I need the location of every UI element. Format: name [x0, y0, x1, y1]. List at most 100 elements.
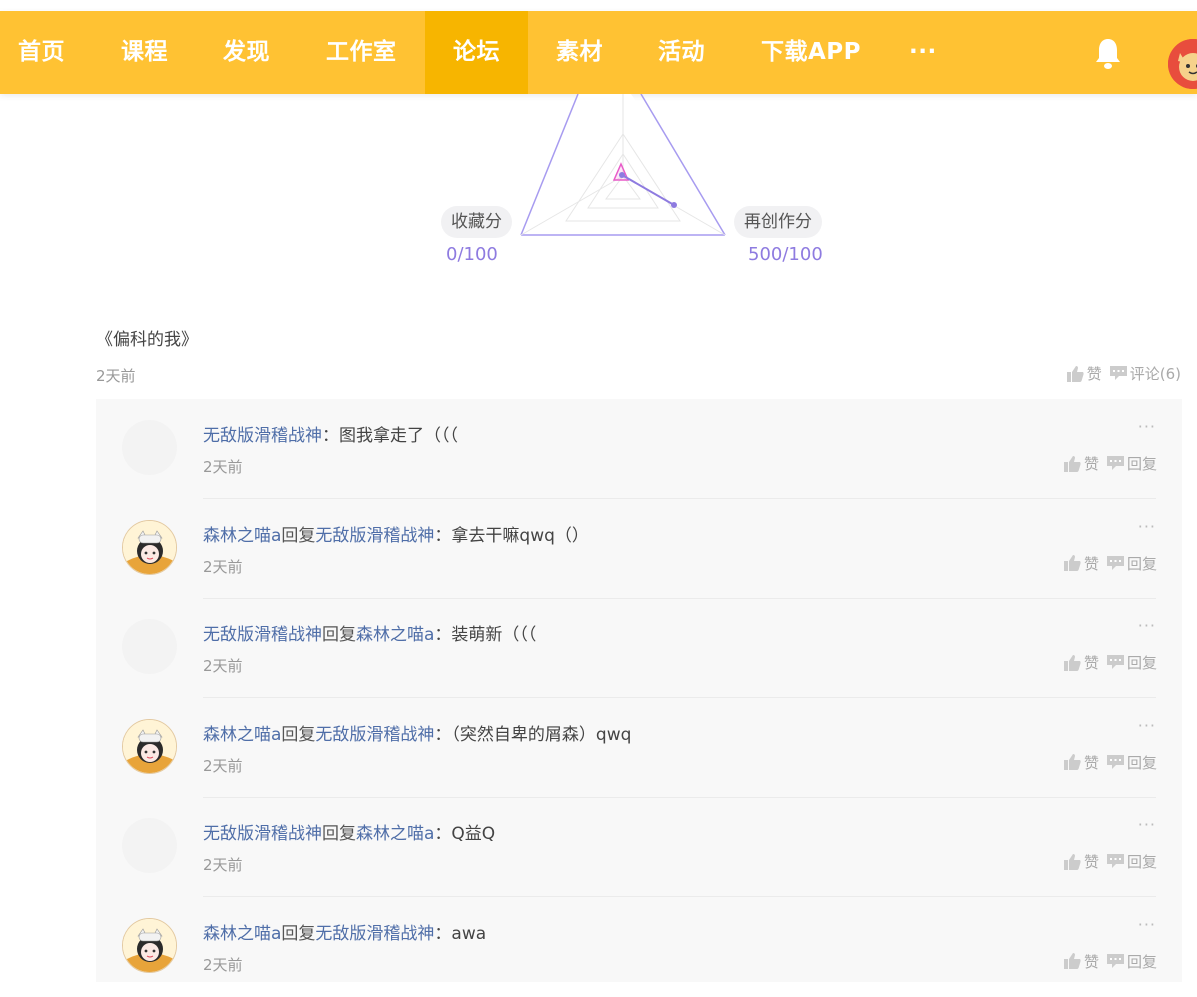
- comment-reply-button[interactable]: 回复: [1106, 851, 1157, 872]
- thumbs-up-icon: [1063, 953, 1081, 969]
- comment-reply-label: 回复: [1126, 654, 1157, 672]
- reply-target-link[interactable]: 森林之喵a: [356, 824, 434, 844]
- comment-more-button[interactable]: ···: [1138, 417, 1156, 436]
- comment-reply-button[interactable]: 回复: [1106, 553, 1157, 574]
- reply-target-link[interactable]: 无敌版滑稽战神: [315, 725, 434, 745]
- comment-reply-button[interactable]: 回复: [1106, 752, 1157, 773]
- comment-icon: [1106, 456, 1124, 470]
- radar-score-favorites: 0/100: [446, 244, 498, 265]
- nav-item-download-app[interactable]: 下载APP: [761, 11, 861, 94]
- reply-word: 回复: [281, 525, 316, 546]
- comment-icon: [1106, 854, 1124, 868]
- commenter-avatar[interactable]: [122, 619, 177, 674]
- comment-time: 2天前: [203, 458, 243, 476]
- commenter-avatar[interactable]: [122, 917, 177, 973]
- comment-icon: [1106, 655, 1124, 669]
- comment-reply-label: 回复: [1126, 952, 1157, 971]
- comment-colon: ：: [434, 824, 452, 844]
- comment-content: 无敌版滑稽战神回复森林之喵a：装萌新（（（: [203, 620, 536, 645]
- comment-icon: [1109, 366, 1127, 380]
- article-comment-button[interactable]: 评论(6): [1109, 363, 1181, 384]
- thumbs-up-icon: [1063, 853, 1081, 870]
- commenter-avatar[interactable]: [122, 818, 177, 873]
- comment-more-button[interactable]: ···: [1138, 815, 1156, 834]
- nav-more-button[interactable]: ···: [909, 11, 937, 94]
- comment-text: （突然自卑的屑森）qwq: [451, 724, 632, 745]
- comment-actions: 赞 回复: [1063, 951, 1157, 972]
- nav-item-activities[interactable]: 活动: [658, 11, 705, 94]
- comment-like-button[interactable]: 赞: [1063, 453, 1099, 474]
- comment-more-button[interactable]: ···: [1138, 616, 1156, 635]
- comment-like-button[interactable]: 赞: [1063, 553, 1099, 574]
- comment-text: awa: [451, 923, 487, 944]
- comment-time: 2天前: [203, 657, 243, 675]
- comment-colon: ：: [322, 426, 339, 446]
- comment-content: 无敌版滑稽战神：图我拿走了（（（: [203, 421, 458, 446]
- comment-author-link[interactable]: 森林之喵a: [203, 526, 281, 546]
- commenter-avatar[interactable]: [122, 420, 177, 475]
- comment-reply-button[interactable]: 回复: [1106, 652, 1157, 673]
- comment-author-link[interactable]: 无敌版滑稽战神: [203, 824, 322, 844]
- comment-actions: 赞 回复: [1063, 453, 1157, 474]
- reply-word: 回复: [281, 724, 316, 745]
- thumbs-up-icon: [1063, 754, 1081, 770]
- article-time: 2天前: [96, 367, 136, 385]
- comment-list: 无敌版滑稽战神：图我拿走了（（（ 2天前 ··· 赞 回复 森林之喵a回复无敌版…: [96, 399, 1182, 982]
- comment-like-button[interactable]: 赞: [1063, 752, 1099, 773]
- article-actions: 赞 评论(6): [1066, 363, 1181, 384]
- comment-reply-button[interactable]: 回复: [1106, 951, 1157, 972]
- user-avatar[interactable]: [1168, 39, 1197, 89]
- cat-avatar-icon: [123, 520, 176, 574]
- nav-item-courses[interactable]: 课程: [121, 11, 168, 94]
- reply-target-link[interactable]: 无敌版滑稽战神: [315, 526, 434, 546]
- article-like-button[interactable]: 赞: [1066, 363, 1102, 384]
- comment-more-button[interactable]: ···: [1138, 517, 1156, 536]
- nav-item-materials[interactable]: 素材: [556, 11, 603, 94]
- comment-like-button[interactable]: 赞: [1063, 652, 1099, 673]
- comment-author-link[interactable]: 无敌版滑稽战神: [203, 625, 322, 645]
- reply-target-link[interactable]: 无敌版滑稽战神: [315, 924, 434, 944]
- nav-item-forum[interactable]: 论坛: [425, 11, 528, 94]
- comment-like-button[interactable]: 赞: [1063, 851, 1099, 872]
- reply-word: 回复: [322, 625, 356, 645]
- radar-chart: [520, 94, 726, 236]
- reply-target-link[interactable]: 森林之喵a: [356, 625, 434, 645]
- thumbs-up-icon: [1063, 654, 1081, 671]
- top-nav: 首页 课程 发现 工作室 论坛 素材 活动 下载APP ···: [0, 11, 1197, 94]
- comment-like-label: 赞: [1083, 455, 1099, 473]
- comment-icon: [1106, 754, 1124, 769]
- comment-colon: ：: [434, 923, 452, 944]
- comment-time: 2天前: [203, 856, 243, 874]
- article-title[interactable]: 《偏科的我》: [96, 325, 198, 350]
- commenter-avatar[interactable]: [122, 718, 177, 774]
- comment-time: 2天前: [203, 756, 243, 775]
- comment-more-button[interactable]: ···: [1138, 915, 1156, 934]
- comment-item: 无敌版滑稽战神回复森林之喵a：Q益Q 2天前 ··· 赞 回复: [96, 797, 1182, 897]
- comment-item: 无敌版滑稽战神：图我拿走了（（（ 2天前 ··· 赞 回复: [96, 399, 1182, 499]
- nav-item-home[interactable]: 首页: [18, 11, 65, 94]
- commenter-avatar[interactable]: [122, 519, 177, 575]
- comment-text: 装萌新（（（: [451, 625, 537, 645]
- comment-time: 2天前: [203, 557, 243, 576]
- radar-label-favorites: 收藏分: [441, 206, 512, 238]
- comment-more-button[interactable]: ···: [1138, 716, 1156, 735]
- nav-item-studio[interactable]: 工作室: [326, 11, 397, 94]
- comment-time: 2天前: [203, 955, 243, 974]
- comment-like-button[interactable]: 赞: [1063, 951, 1099, 972]
- cat-avatar-icon: [123, 918, 176, 972]
- comment-like-label: 赞: [1083, 753, 1099, 772]
- comment-author-link[interactable]: 无敌版滑稽战神: [203, 426, 322, 446]
- comment-actions: 赞 回复: [1063, 851, 1157, 872]
- comment-colon: ：: [434, 525, 452, 546]
- thumbs-up-icon: [1066, 365, 1084, 382]
- comment-author-link[interactable]: 森林之喵a: [203, 725, 281, 745]
- comment-actions: 赞 回复: [1063, 752, 1157, 773]
- bell-icon[interactable]: [1093, 37, 1123, 71]
- comment-author-link[interactable]: 森林之喵a: [203, 924, 281, 944]
- comment-reply-label: 回复: [1126, 455, 1157, 473]
- comment-content: 森林之喵a回复无敌版滑稽战神：拿去干嘛qwq（）: [203, 521, 589, 546]
- nav-item-discover[interactable]: 发现: [223, 11, 270, 94]
- comment-icon: [1106, 555, 1124, 570]
- comment-text: 拿去干嘛qwq（）: [451, 525, 589, 546]
- comment-reply-button[interactable]: 回复: [1106, 453, 1157, 474]
